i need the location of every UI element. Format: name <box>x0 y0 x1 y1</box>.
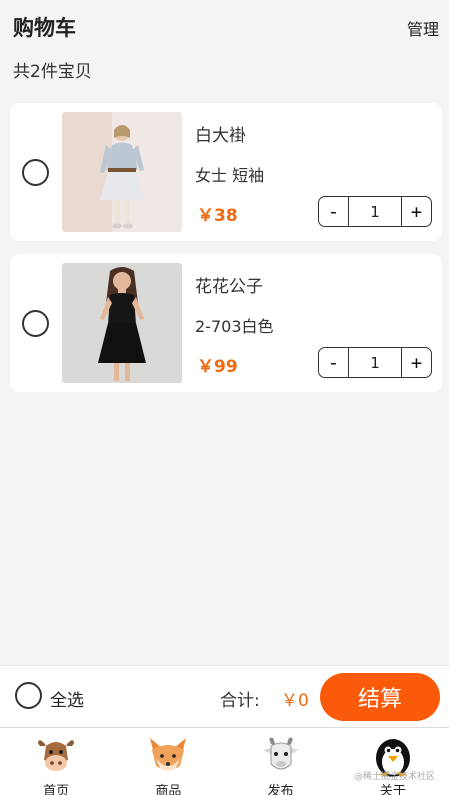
tab-about[interactable]: 关于 <box>337 728 449 795</box>
tab-label: 商品 <box>155 784 182 795</box>
cow-icon <box>38 740 75 771</box>
tab-label: 关于 <box>379 784 406 795</box>
cart-item: 白大褂 女士 短袖 ￥38 - 1 + <box>10 103 442 241</box>
quantity-value[interactable]: 1 <box>348 348 402 377</box>
goat-icon <box>262 737 299 770</box>
item-count: 共2件宝贝 <box>13 62 92 82</box>
manage-button[interactable]: 管理 <box>407 16 439 40</box>
quantity-stepper: - 1 + <box>318 196 432 227</box>
tab-label: 首页 <box>43 784 70 795</box>
item-select-radio[interactable] <box>22 159 49 186</box>
page-title: 购物车 <box>13 16 76 40</box>
watermark: @稀土掘金技术社区 <box>353 772 435 782</box>
increase-button[interactable]: + <box>402 197 431 226</box>
item-select-radio[interactable] <box>22 310 49 337</box>
tab-products[interactable]: 商品 <box>112 728 224 795</box>
fox-icon <box>150 738 187 771</box>
total-label: 合计: <box>220 691 260 711</box>
quantity-value[interactable]: 1 <box>348 197 402 226</box>
product-name[interactable]: 花花公子 <box>195 272 263 297</box>
quantity-stepper: - 1 + <box>318 347 432 378</box>
tab-bar: 首页 商品 发布 关于 @稀土掘金技术社区 <box>0 727 449 795</box>
product-image[interactable] <box>62 112 182 232</box>
increase-button[interactable]: + <box>402 348 431 377</box>
tab-label: 发布 <box>267 784 294 795</box>
decrease-button[interactable]: - <box>319 197 348 226</box>
select-all-label[interactable]: 全选 <box>50 686 84 711</box>
tab-home[interactable]: 首页 <box>0 728 112 795</box>
decrease-button[interactable]: - <box>319 348 348 377</box>
product-image[interactable] <box>62 263 182 383</box>
cart-item: 花花公子 2-703白色 ￥99 - 1 + <box>10 254 442 392</box>
total-value: ￥0 <box>281 691 309 711</box>
product-spec: 2-703白色 <box>195 317 274 336</box>
checkout-button[interactable]: 结算 <box>320 673 440 721</box>
select-all-radio[interactable] <box>15 682 42 709</box>
product-price: ￥38 <box>197 206 238 226</box>
product-name[interactable]: 白大褂 <box>195 121 246 146</box>
tab-publish[interactable]: 发布 <box>225 728 337 795</box>
checkout-bar: 全选 合计: ￥0 结算 <box>0 665 449 727</box>
header: 购物车 管理 共2件宝贝 <box>0 0 449 94</box>
product-spec: 女士 短袖 <box>195 166 265 185</box>
product-price: ￥99 <box>197 357 238 377</box>
